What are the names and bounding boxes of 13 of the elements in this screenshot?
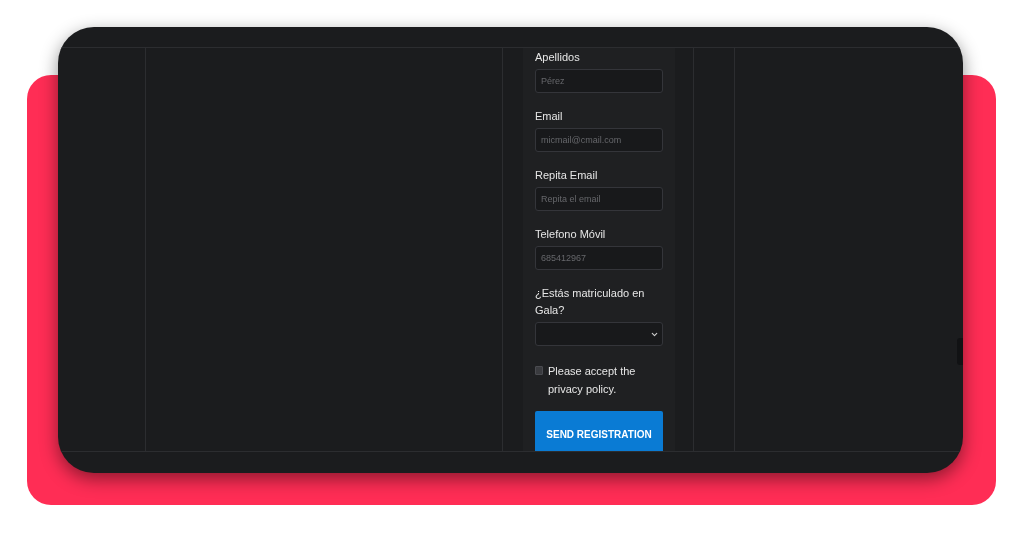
input-field[interactable]: 685412967	[535, 246, 663, 270]
dropdown-field[interactable]	[535, 322, 663, 346]
privacy-consent-text: Please accept the privacy policy.	[548, 364, 637, 397]
input-field[interactable]: Pérez	[535, 69, 663, 93]
input-field[interactable]: micmail@cmail.com	[535, 128, 663, 152]
send-registration-button[interactable]: SEND REGISTRATION	[535, 411, 663, 451]
checkbox[interactable]	[535, 366, 543, 375]
field-label: ¿Estás matriculado en Gala?	[535, 286, 646, 318]
field-label: Email	[535, 109, 564, 124]
field-label: Apellidos	[535, 50, 581, 65]
field-label: Repita Email	[535, 168, 599, 183]
input-field[interactable]: Repita el email	[535, 187, 663, 211]
field-label: Telefono Móvil	[535, 227, 607, 242]
